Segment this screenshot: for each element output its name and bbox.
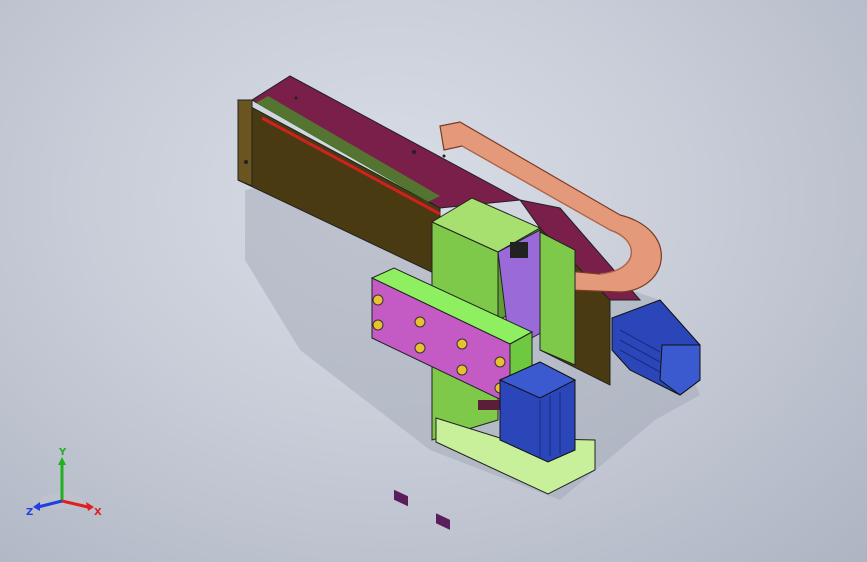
y-axis-label: Y <box>58 447 67 458</box>
beam-hole <box>442 154 446 158</box>
connector-block <box>510 242 528 258</box>
beam-hole <box>294 96 298 100</box>
cad-viewport[interactable]: Y X Z <box>0 0 867 562</box>
beam-hole <box>412 150 416 154</box>
z-axis-arrow-icon <box>33 502 40 511</box>
x-axis-arrow-icon <box>86 502 94 511</box>
cad-model-scene[interactable] <box>0 0 867 562</box>
clamp-knob <box>414 342 426 354</box>
clamp-knob <box>414 316 426 328</box>
fixture-slot <box>394 489 408 507</box>
clamp-knob <box>372 319 384 331</box>
y-axis-arrow-icon <box>58 457 66 465</box>
beam-end-plate <box>237 99 253 187</box>
clamp-knob <box>456 364 468 376</box>
clamp-knob <box>456 338 468 350</box>
clamp-knob <box>372 294 384 306</box>
x-axis-label: X <box>94 507 102 518</box>
z-axis-label: Z <box>26 507 33 518</box>
green-side-panel <box>539 231 576 366</box>
beam-hole <box>244 160 248 164</box>
fixture-slot <box>436 513 450 530</box>
coordinate-triad: Y X Z <box>26 447 102 518</box>
clamp-knob <box>494 356 506 368</box>
